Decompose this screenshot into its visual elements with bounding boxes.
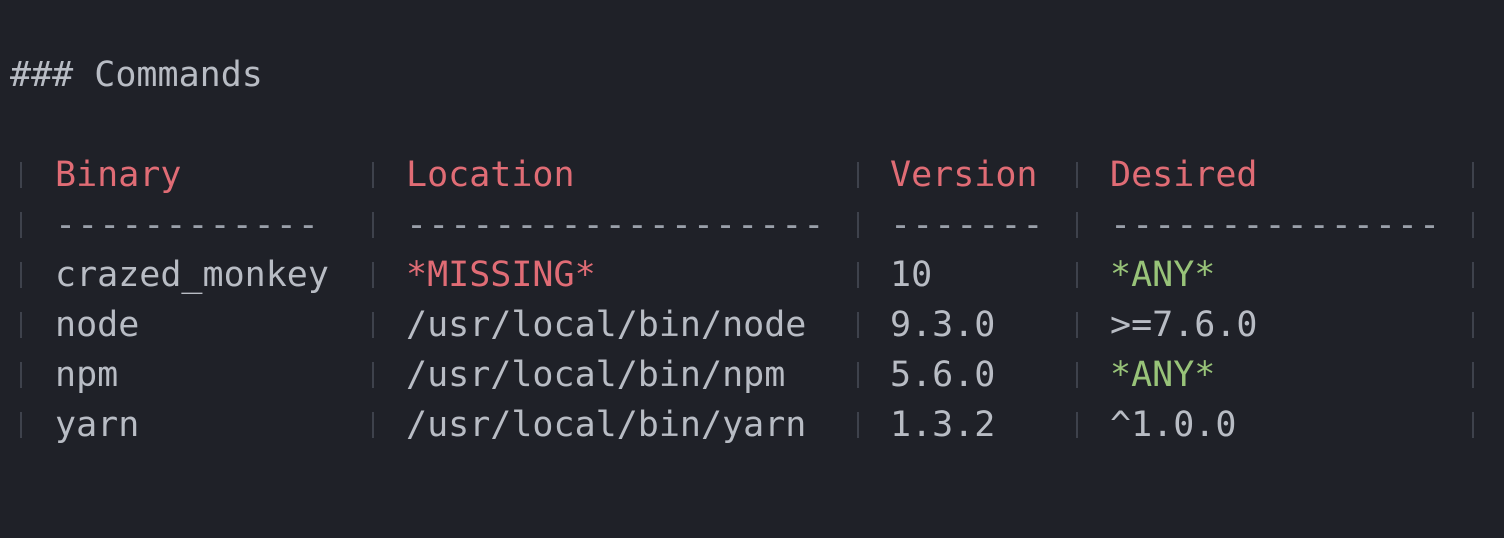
divider-desired: --------------- [1110, 205, 1442, 245]
column-separator [1076, 162, 1078, 188]
column-separator [372, 212, 374, 238]
column-separator [20, 362, 22, 388]
location-cell: /usr/local/bin/yarn [406, 405, 807, 445]
column-separator [1076, 212, 1078, 238]
version-cell: 5.6.0 [890, 355, 996, 395]
column-separator [857, 162, 859, 188]
divider-location: ------------------- [406, 205, 826, 245]
version-cell: 9.3.0 [890, 305, 996, 345]
column-separator [20, 312, 22, 338]
column-separator [857, 412, 859, 438]
header-location: Location [406, 155, 575, 195]
column-separator [372, 262, 374, 288]
desired-cell: ^1.0.0 [1110, 405, 1237, 445]
column-separator [20, 162, 22, 188]
desired-cell: *ANY* [1110, 255, 1216, 295]
column-separator [1472, 412, 1474, 438]
column-separator [1076, 262, 1078, 288]
desired-cell: *ANY* [1110, 355, 1216, 395]
column-separator [1472, 262, 1474, 288]
location-cell: *MISSING* [406, 255, 596, 295]
column-separator [857, 362, 859, 388]
column-separator [1472, 162, 1474, 188]
table-header-row: Binary Location Version Desired [0, 150, 1504, 200]
binary-cell: npm [55, 355, 119, 395]
location-cell: /usr/local/bin/npm [406, 355, 786, 395]
divider-version: ------- [890, 205, 1045, 245]
column-separator [1472, 362, 1474, 388]
column-separator [857, 212, 859, 238]
column-separator [1076, 412, 1078, 438]
column-separator [372, 362, 374, 388]
desired-cell: >=7.6.0 [1110, 305, 1258, 345]
location-cell: /usr/local/bin/node [406, 305, 807, 345]
column-separator [1472, 312, 1474, 338]
column-separator [372, 162, 374, 188]
divider-binary: ------------ [55, 205, 320, 245]
binary-cell: yarn [55, 405, 140, 445]
version-cell: 1.3.2 [890, 405, 996, 445]
column-separator [372, 312, 374, 338]
table-divider-row: ------------ ------------------- -------… [0, 200, 1504, 250]
column-separator [857, 312, 859, 338]
section-heading: ### Commands [10, 55, 263, 95]
column-separator [20, 212, 22, 238]
binary-cell: crazed_monkey [55, 255, 329, 295]
table-row: node /usr/local/bin/node 9.3.0 >=7.6.0 [0, 300, 1504, 350]
column-separator [372, 412, 374, 438]
column-separator [1472, 212, 1474, 238]
header-version: Version [890, 155, 1038, 195]
column-separator [857, 262, 859, 288]
header-binary: Binary [55, 155, 182, 195]
version-cell: 10 [890, 255, 933, 295]
table-row: yarn /usr/local/bin/yarn 1.3.2 ^1.0.0 [0, 400, 1504, 450]
table-row: crazed_monkey *MISSING* 10 *ANY* [0, 250, 1504, 300]
column-separator [20, 412, 22, 438]
column-separator [1076, 312, 1078, 338]
column-separator [20, 262, 22, 288]
table-row: npm /usr/local/bin/npm 5.6.0 *ANY* [0, 350, 1504, 400]
terminal-window: ### Commands Binary Location Version Des… [0, 0, 1504, 538]
binary-cell: node [55, 305, 140, 345]
header-desired: Desired [1110, 155, 1258, 195]
column-separator [1076, 362, 1078, 388]
